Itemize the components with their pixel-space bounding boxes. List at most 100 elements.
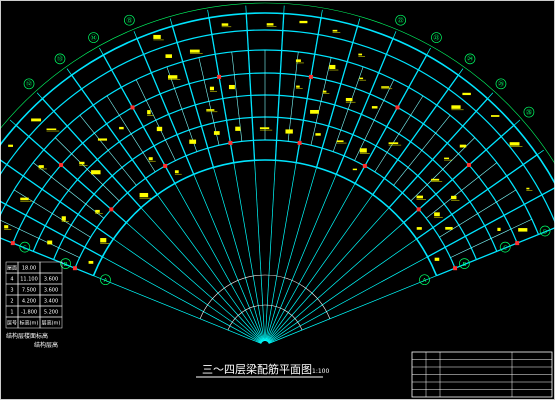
axis-bubble-label: A [423,278,427,284]
column [72,266,77,271]
rebar-label [336,140,344,143]
floor-table-footer: 结构层楼面标高 [6,332,48,340]
rebar-label [359,77,364,80]
rebar-label [213,131,220,135]
floor-table-footer: 结构层高 [34,341,58,349]
rebar-label [259,127,270,130]
rebar-label [79,161,85,165]
rebar-label [509,142,520,146]
rebar-label [352,168,357,171]
floor-table-text: 4 [10,277,13,283]
axis-bubble-label: B [64,262,68,268]
rebar-label [462,92,471,96]
axis-bubble-label: ⑬ [57,55,63,63]
axis-bubble-label: ㉔ [467,55,473,63]
column [109,207,114,212]
rebar-label [61,216,66,221]
rebar-label [434,257,440,261]
floor-table-text: 7.500 [22,288,36,294]
floor-table-text: 18.00 [22,266,36,272]
rebar-label [451,195,457,200]
rebar-label [221,23,229,26]
rebar-label [46,128,57,131]
column [308,74,313,79]
rebar-label [451,105,461,109]
column [515,241,520,246]
rebar-label [153,34,161,39]
rebar-label [88,260,94,264]
rebar-label [310,109,319,114]
rebar-label [518,228,528,232]
column [228,140,233,145]
floor-table-text: 层高(m) [42,320,61,327]
rebar-label [345,97,353,102]
floor-table-text: 2 [10,299,13,305]
rebar-label [189,49,200,53]
rebar-label [381,86,390,88]
rebar-label [444,157,450,160]
floor-table-text: 3.400 [44,299,58,305]
rebar-label [174,170,179,174]
rebar-label [209,86,215,91]
axis-bubble-label: C [23,245,27,251]
rebar-label [296,85,300,88]
rebar-label [445,226,453,230]
floor-table-text: 3 [10,288,13,294]
column [163,163,168,168]
rebar-label [189,139,197,144]
axis-bubble-label: A [104,278,108,284]
rebar-label [315,133,321,136]
drawing-title: 三～四层梁配筋平面图 [202,362,312,376]
axis-bubble-label: D [543,229,547,235]
rebar-label [332,29,338,32]
column [362,163,367,168]
floor-table-text: 5.200 [44,310,58,316]
rebar-label [97,138,108,141]
rebar-label [526,187,530,190]
floor-table-text: 标高(m) [20,320,39,327]
rebar-label [167,75,178,79]
floor-table-text: 层号 [7,321,17,327]
column [297,140,302,145]
rebar-label [431,178,440,181]
column [130,105,135,110]
column [416,207,421,212]
beam-reinforcement-plan: ⑫ ⑬ ⑭ ⑮ ㉒㉓㉔㉕㉖ A A B B C C D 三～四层梁配筋平面图 1:100 屋面 18.0… [0,0,555,400]
rebar-label [156,126,163,132]
rebar-label [235,126,241,131]
rebar-label [371,106,378,109]
rebar-label [358,53,363,56]
rebar-label [147,110,151,115]
rebar-label [206,109,215,111]
rebar-label [295,59,301,62]
drawing-scale: 1:100 [312,368,329,375]
rebar-label [266,23,274,26]
rebar-label [8,144,14,147]
rebar-label [359,148,367,153]
floor-table-text: -1.800 [21,310,37,316]
rebar-label [299,20,308,24]
axis-bubble-label: B [463,262,467,268]
rebar-label [497,227,501,231]
rebar-label [95,209,100,213]
rebar-label [91,170,101,175]
rebar-label [491,115,500,117]
drawing-viewport[interactable]: ⑫ ⑬ ⑭ ⑮ ㉒㉓㉔㉕㉖ A A B B C C D 三～四层梁配筋平面图 1:100 屋面 18.0… [0,0,555,400]
rebar-label [388,142,399,145]
axis-bubble-label: ㉒ [398,16,404,24]
rebar-label [416,227,422,230]
rebar-label [119,126,124,130]
axis-bubble-label: ⑭ [91,34,97,42]
axis-bubble-label: ㉖ [526,108,532,116]
floor-table-text: 3.600 [44,288,58,294]
column [395,105,400,110]
column [466,163,471,168]
column [217,74,222,79]
column [453,266,458,271]
column [10,241,15,246]
rebar-label [165,54,172,58]
rebar-label [228,84,235,90]
floor-table-text: 3.600 [44,277,58,283]
rebar-label [285,129,293,134]
axis-bubble-label: ⑫ [26,80,32,88]
